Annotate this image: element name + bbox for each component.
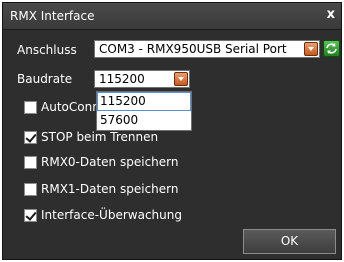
ok-button[interactable]: OK xyxy=(243,229,336,254)
baud-dropdown-list: 115200 57600 xyxy=(96,91,192,131)
baud-value: 115200 xyxy=(99,72,145,86)
checkbox-stop-on-disconnect[interactable] xyxy=(24,131,37,144)
checkbox-rmx0-save[interactable] xyxy=(24,156,37,169)
close-icon[interactable]: x xyxy=(327,7,335,22)
baud-option-115200[interactable]: 115200 xyxy=(97,92,191,111)
window-title: RMX Interface xyxy=(10,9,95,23)
checkbox-rmx1-save[interactable] xyxy=(24,183,37,196)
chevron-down-icon[interactable] xyxy=(174,72,188,86)
baud-select[interactable]: 115200 xyxy=(94,70,190,88)
port-label: Anschluss xyxy=(17,43,77,57)
port-value: COM3 - RMX950USB Serial Port xyxy=(99,42,287,56)
chevron-down-icon[interactable] xyxy=(304,42,318,56)
checkbox-autoconnect[interactable] xyxy=(24,101,37,114)
checkbox-interface-monitoring[interactable] xyxy=(24,209,37,222)
baud-option-57600[interactable]: 57600 xyxy=(97,111,191,130)
rmx-interface-dialog: RMX Interface x Anschluss COM3 - RMX950U… xyxy=(2,2,342,260)
checkbox-label-monitoring: Interface-Überwachung xyxy=(41,208,182,222)
port-select[interactable]: COM3 - RMX950USB Serial Port xyxy=(94,40,320,58)
checkbox-label-autoconnect: AutoConn xyxy=(41,100,100,114)
refresh-icon[interactable] xyxy=(323,40,340,57)
title-bar: RMX Interface x xyxy=(3,3,341,30)
checkbox-label-stop: STOP beim Trennen xyxy=(41,130,159,144)
checkbox-label-rmx1: RMX1-Daten speichern xyxy=(41,182,179,196)
checkbox-label-rmx0: RMX0-Daten speichern xyxy=(41,155,179,169)
baud-label: Baudrate xyxy=(17,72,73,86)
